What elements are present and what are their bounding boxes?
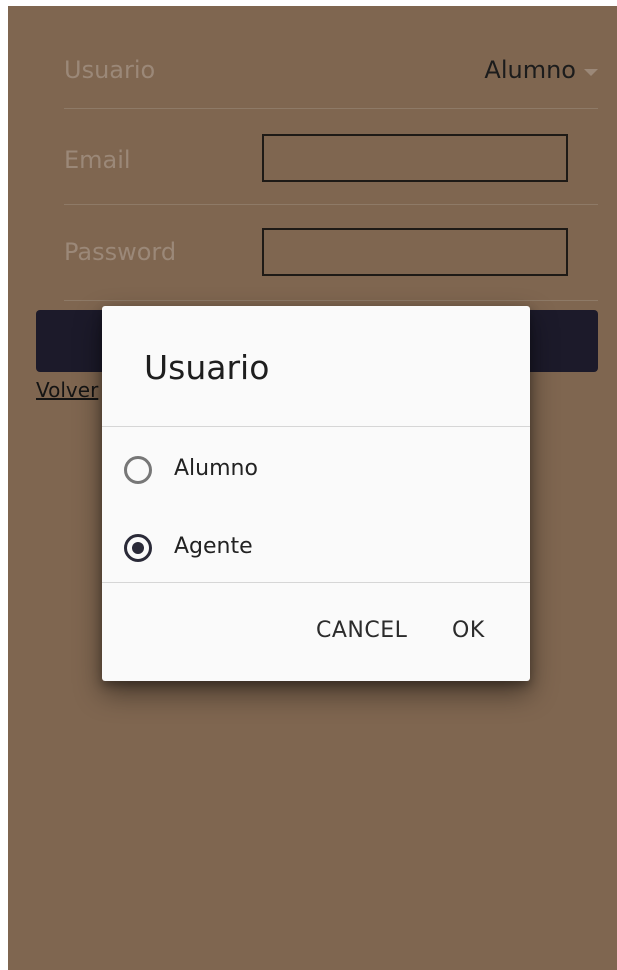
option-label: Alumno [174, 456, 258, 481]
password-input[interactable] [262, 228, 568, 276]
email-row: Email [64, 108, 598, 205]
email-input[interactable] [262, 134, 568, 182]
back-link[interactable]: Volver [36, 378, 98, 402]
user-type-row: Usuario Alumno [64, 24, 598, 109]
radio-dot-icon [132, 542, 144, 554]
option-label: Agente [174, 534, 253, 559]
user-type-label: Usuario [64, 56, 156, 84]
radio-checked-icon[interactable] [124, 534, 152, 562]
app-screen: Usuario Alumno Email Password Volver Usu… [8, 6, 617, 970]
radio-unchecked-icon[interactable] [124, 456, 152, 484]
cancel-button[interactable]: CANCEL [316, 618, 407, 643]
email-label: Email [64, 146, 131, 174]
user-type-select[interactable]: Alumno [484, 56, 576, 84]
option-agente[interactable]: Agente [102, 510, 530, 580]
dialog-title: Usuario [144, 348, 270, 387]
password-label: Password [64, 238, 177, 266]
dropdown-caret-icon[interactable] [584, 69, 598, 76]
ok-button[interactable]: OK [452, 618, 485, 643]
password-row: Password [64, 204, 598, 301]
user-type-dialog: Usuario Alumno Agente CANCEL OK [102, 306, 530, 681]
dialog-divider [102, 582, 530, 583]
dialog-divider [102, 426, 530, 427]
option-alumno[interactable]: Alumno [102, 432, 530, 502]
